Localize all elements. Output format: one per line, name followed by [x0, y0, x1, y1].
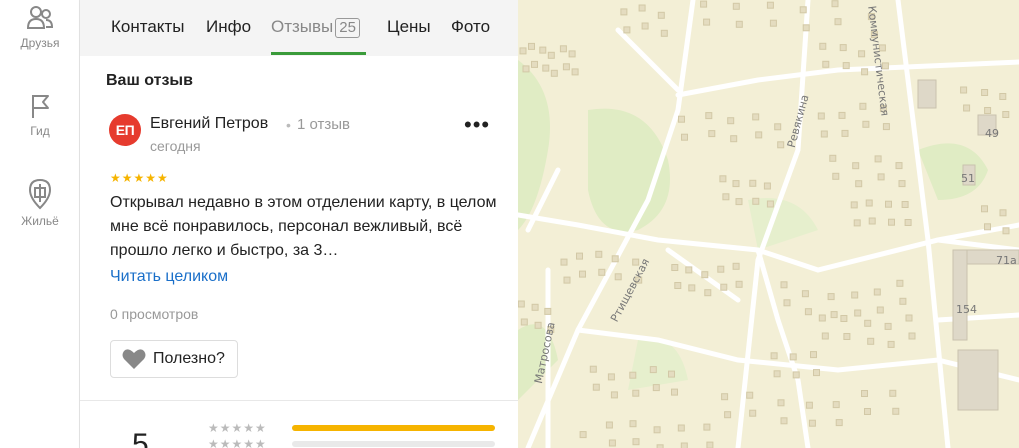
author-reviews-count: 1 отзыв [297, 116, 351, 133]
overall-rating: 5 [132, 428, 149, 448]
tab-reviews-label: Отзывы [271, 17, 334, 36]
reviews-count-badge: 25 [335, 18, 360, 38]
author-name[interactable]: Евгений Петров [150, 115, 268, 133]
rail-item-guide[interactable]: Гид [0, 92, 80, 138]
read-more-link[interactable]: Читать целиком [110, 268, 228, 286]
rating-row-5-stars: ★★★★★ [208, 421, 267, 435]
friends-icon [26, 6, 54, 29]
active-tab-indicator [271, 52, 366, 55]
house-number-71a: 71а [996, 254, 1017, 267]
helpful-label: Полезно? [153, 350, 225, 367]
map-canvas[interactable] [518, 0, 1019, 448]
rating-bar-5 [292, 425, 495, 431]
review-stars: ★★★★★ [110, 171, 169, 185]
heart-icon [122, 349, 146, 369]
your-review-title: Ваш отзыв [106, 72, 193, 89]
rating-bar-4 [292, 441, 495, 447]
rating-row-4-stars: ★★★★★ [208, 437, 267, 448]
tab-reviews[interactable]: Отзывы 25 [271, 17, 360, 38]
house-number-154: 154 [956, 303, 977, 316]
more-options-icon[interactable]: ••• [464, 112, 490, 138]
rail-item-guide-label: Гид [30, 124, 50, 138]
helpful-button[interactable]: Полезно? [110, 340, 238, 378]
rail-item-housing[interactable]: Жильё [0, 178, 80, 228]
rail-item-housing-label: Жильё [21, 214, 59, 228]
rail-item-friends-label: Друзья [20, 36, 60, 50]
avatar[interactable]: ЕП [109, 114, 141, 146]
flag-icon [32, 95, 49, 118]
tab-contacts[interactable]: Контакты [111, 17, 184, 37]
map[interactable]: Коммунистическая Ревякина Ртищевская Мат… [518, 0, 1019, 448]
rating-bar-5-fill [292, 425, 495, 431]
views-count: 0 просмотров [110, 306, 199, 322]
tab-prices[interactable]: Цены [387, 17, 431, 37]
housing-icon [28, 178, 52, 210]
tab-photos[interactable]: Фото [451, 17, 490, 37]
tab-bar: Контакты Инфо Отзывы 25 Цены Фото [80, 0, 518, 56]
review-text: Открывал недавно в этом отделении карту,… [110, 194, 497, 259]
review-date: сегодня [150, 138, 201, 154]
separator-dot: • [286, 117, 291, 133]
organization-panel: Контакты Инфо Отзывы 25 Цены Фото Ваш отз… [80, 0, 518, 448]
divider [80, 400, 518, 401]
left-rail: Друзья Гид Жильё [0, 0, 80, 448]
rail-item-friends[interactable]: Друзья [0, 4, 80, 50]
tab-info[interactable]: Инфо [206, 17, 251, 37]
house-number-49: 49 [985, 127, 999, 140]
house-number-51: 51 [961, 172, 975, 185]
